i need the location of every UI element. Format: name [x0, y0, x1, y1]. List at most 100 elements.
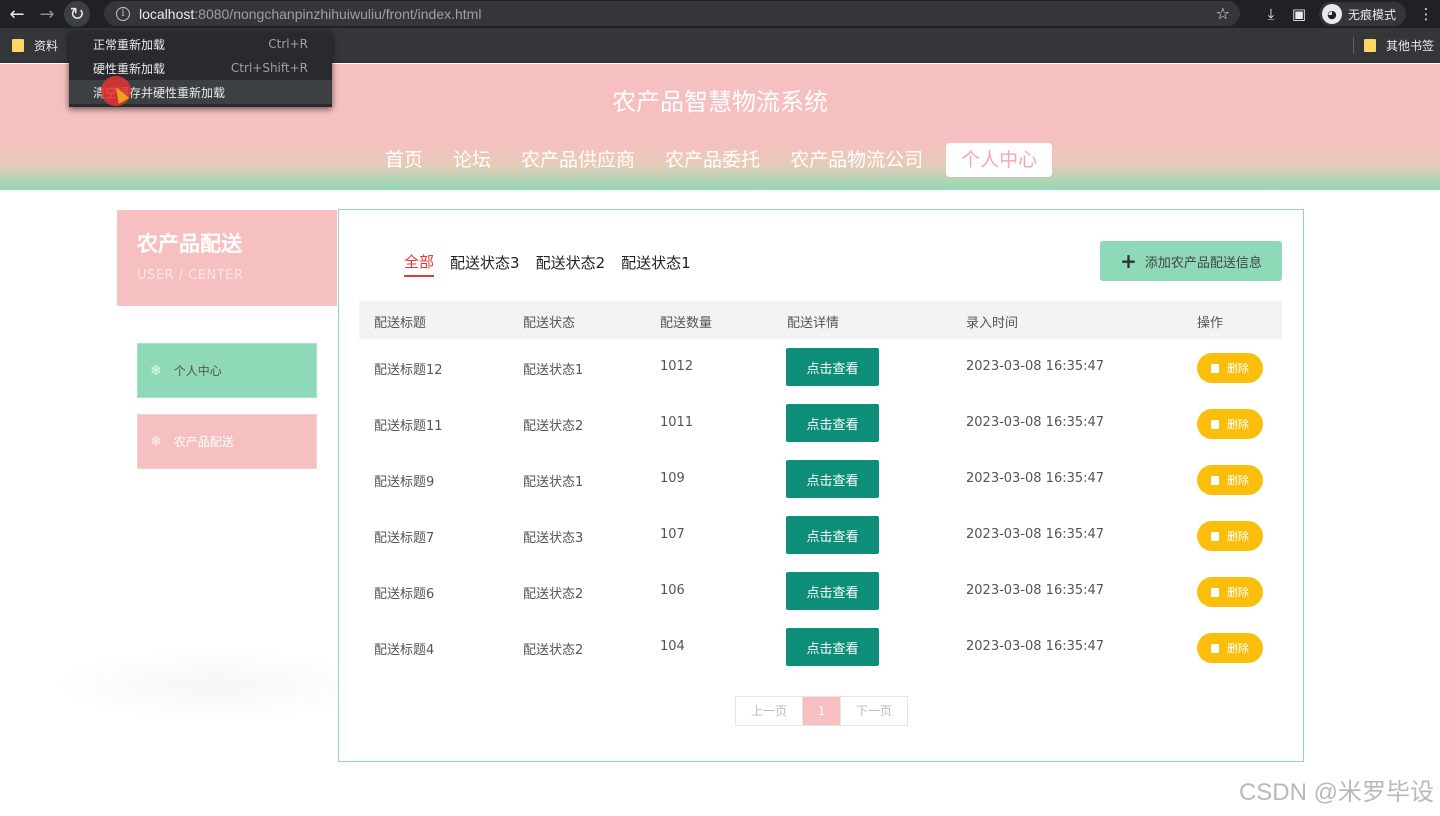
menu-kebab-icon[interactable]: ⋮: [1412, 0, 1440, 28]
table-row: 配送标题11 配送状态2 1011 点击查看 2023-03-08 16:35:47 删除: [359, 395, 1282, 451]
cell-quantity: 1011: [660, 415, 694, 430]
delete-button[interactable]: 删除: [1197, 521, 1263, 551]
delete-button[interactable]: 删除: [1197, 465, 1263, 495]
view-detail-button[interactable]: 点击查看: [786, 460, 879, 498]
cell-quantity: 1012: [660, 359, 694, 374]
delete-label: 删除: [1227, 418, 1249, 431]
cell-time: 2023-03-08 16:35:47: [966, 583, 1105, 598]
delete-label: 删除: [1227, 530, 1249, 543]
table-row: 配送标题9 配送状态1 109 点击查看 2023-03-08 16:35:47 删除: [359, 451, 1282, 507]
table-header: 配送标题 配送状态 配送数量 配送详情 录入时间 操作: [359, 301, 1282, 339]
cell-status: 配送状态2: [523, 587, 584, 602]
download-icon[interactable]: ⤓: [1257, 0, 1285, 28]
col-time: 录入时间: [966, 316, 1019, 331]
nav-forum[interactable]: 论坛: [438, 143, 506, 177]
status-tabs: 全部 配送状态3 配送状态2 配送状态1: [404, 251, 707, 277]
watermark: CSDN @米罗毕设: [1238, 779, 1434, 806]
url-text: localhost:8080/nongchanpinzhihuiwuliu/fr…: [139, 5, 482, 22]
cell-quantity: 106: [660, 583, 685, 598]
delete-button[interactable]: 删除: [1197, 633, 1263, 663]
nav-personal-center[interactable]: 个人中心: [946, 143, 1053, 177]
tab-status-1[interactable]: 配送状态1: [621, 252, 691, 276]
content-panel: 全部 配送状态3 配送状态2 配送状态1 + 添加农产品配送信息 配送标题 配送状…: [338, 209, 1304, 762]
nav-supplier[interactable]: 农产品供应商: [506, 143, 650, 177]
tab-status-3[interactable]: 配送状态3: [450, 252, 520, 276]
bookmark-separator: [1353, 37, 1354, 54]
incognito-badge[interactable]: ◕ 无痕模式: [1318, 2, 1406, 26]
cell-title: 配送标题4: [374, 643, 435, 658]
cell-time: 2023-03-08 16:35:47: [966, 471, 1105, 486]
sidebar-title: 农产品配送: [137, 232, 242, 256]
snowflake-icon: ❄: [150, 433, 162, 450]
back-icon[interactable]: ←: [4, 1, 30, 27]
trash-icon: [1211, 587, 1219, 597]
delete-label: 删除: [1227, 642, 1249, 655]
sidebar-item-label: 农产品配送: [173, 435, 234, 449]
delete-button[interactable]: 删除: [1197, 353, 1263, 383]
main-nav: 首页 论坛 农产品供应商 农产品委托 农产品物流公司 个人中心: [370, 143, 1053, 177]
site-info-icon[interactable]: i: [116, 6, 130, 21]
view-detail-button[interactable]: 点击查看: [786, 628, 879, 666]
tab-all[interactable]: 全部: [404, 251, 435, 277]
forward-icon[interactable]: →: [34, 1, 60, 27]
trash-icon: [1211, 475, 1219, 485]
delete-label: 删除: [1227, 474, 1249, 487]
pagination: 上一页 1 下一页: [735, 696, 908, 726]
bookmark-folder-other[interactable]: 其他书签: [1363, 37, 1434, 54]
nav-entrust[interactable]: 农产品委托: [650, 143, 775, 177]
col-detail: 配送详情: [787, 316, 840, 331]
cell-status: 配送状态2: [523, 643, 584, 658]
trash-icon: [1211, 643, 1219, 653]
sidebar-item-label: 个人中心: [173, 364, 222, 378]
cell-quantity: 104: [660, 639, 685, 654]
address-bar[interactable]: i localhost:8080/nongchanpinzhihuiwuliu/…: [104, 1, 1240, 26]
add-delivery-button[interactable]: + 添加农产品配送信息: [1100, 241, 1282, 281]
nav-home[interactable]: 首页: [370, 143, 438, 177]
bookmark-star-icon[interactable]: ☆: [1216, 4, 1230, 23]
sidebar-item-personal-center[interactable]: ❄ 个人中心: [137, 343, 317, 398]
prev-page-button[interactable]: 上一页: [736, 697, 803, 725]
plus-icon: +: [1120, 249, 1137, 273]
nav-logistics[interactable]: 农产品物流公司: [775, 143, 938, 177]
sidebar-header: 农产品配送 USER / CENTER: [117, 210, 337, 306]
cell-time: 2023-03-08 16:35:47: [966, 415, 1105, 430]
cell-status: 配送状态3: [523, 531, 584, 546]
current-page[interactable]: 1: [803, 697, 840, 725]
cell-title: 配送标题6: [374, 587, 435, 602]
delete-label: 删除: [1227, 362, 1249, 375]
view-detail-button[interactable]: 点击查看: [786, 572, 879, 610]
view-detail-button[interactable]: 点击查看: [786, 404, 879, 442]
view-detail-button[interactable]: 点击查看: [786, 348, 879, 386]
cell-title: 配送标题11: [374, 419, 443, 434]
view-detail-button[interactable]: 点击查看: [786, 516, 879, 554]
table-row: 配送标题7 配送状态3 107 点击查看 2023-03-08 16:35:47 删除: [359, 507, 1282, 563]
cell-status: 配送状态1: [523, 475, 584, 490]
incognito-label: 无痕模式: [1347, 7, 1396, 22]
cell-time: 2023-03-08 16:35:47: [966, 639, 1105, 654]
incognito-icon: ◕: [1321, 4, 1342, 24]
cell-time: 2023-03-08 16:35:47: [966, 359, 1105, 374]
next-page-button[interactable]: 下一页: [840, 697, 907, 725]
menu-item-hard-reload[interactable]: 硬性重新加载 Ctrl+Shift+R: [69, 56, 332, 80]
table-row: 配送标题6 配送状态2 106 点击查看 2023-03-08 16:35:47 删除: [359, 563, 1282, 619]
table-body: 配送标题12 配送状态1 1012 点击查看 2023-03-08 16:35:47 删除…: [359, 339, 1282, 675]
col-status: 配送状态: [523, 316, 576, 331]
table-row: 配送标题12 配送状态1 1012 点击查看 2023-03-08 16:35:47 删除: [359, 339, 1282, 395]
folder-icon: [1363, 39, 1376, 52]
cell-quantity: 109: [660, 471, 685, 486]
col-quantity: 配送数量: [660, 316, 713, 331]
menu-item-normal-reload[interactable]: 正常重新加载 Ctrl+R: [69, 32, 332, 56]
bookmark-folder-left[interactable]: 资料: [12, 37, 58, 54]
tab-status-2[interactable]: 配送状态2: [536, 252, 606, 276]
cell-time: 2023-03-08 16:35:47: [966, 527, 1105, 542]
folder-icon: [12, 39, 24, 52]
cell-title: 配送标题9: [374, 475, 435, 490]
delete-button[interactable]: 删除: [1197, 409, 1263, 439]
blurred-artifact: [50, 650, 380, 720]
sidebar-item-delivery[interactable]: ❄ 农产品配送: [137, 414, 317, 469]
delete-button[interactable]: 删除: [1197, 577, 1263, 607]
cell-title: 配送标题7: [374, 531, 435, 546]
reload-icon[interactable]: ↻: [64, 1, 90, 27]
sidepanel-icon[interactable]: ▣: [1285, 0, 1313, 28]
col-title: 配送标题: [374, 316, 427, 331]
